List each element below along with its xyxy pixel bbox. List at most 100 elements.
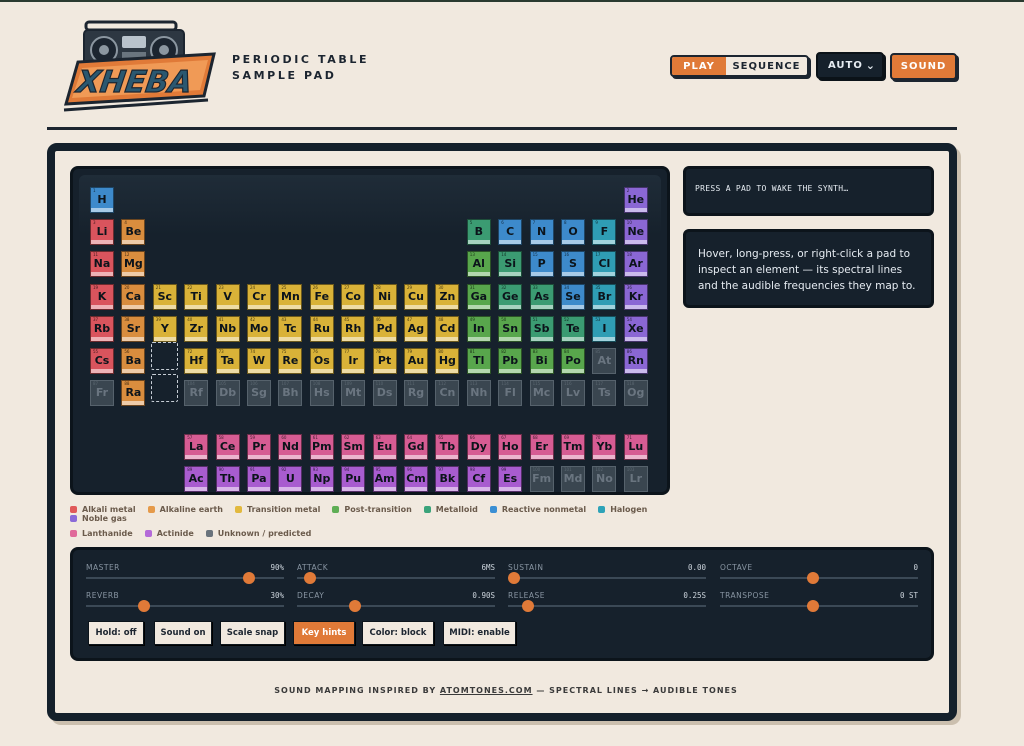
slider-knob[interactable]: [349, 600, 362, 612]
element-pad-sm[interactable]: 62 Sm: [341, 433, 366, 460]
element-pad-ds[interactable]: 110 Ds: [372, 380, 397, 407]
element-pad-h[interactable]: 1H: [90, 187, 114, 213]
toggle-button-midi-enable[interactable]: MIDI: enable: [443, 621, 516, 645]
element-pad-dy[interactable]: 66 Dy: [466, 433, 491, 460]
element-pad-y[interactable]: 39 Y: [152, 315, 177, 342]
element-pad-la[interactable]: 57 La: [184, 433, 209, 460]
element-pad-og[interactable]: 118 Og: [623, 380, 648, 407]
element-pad-ar[interactable]: 18 Ar: [623, 251, 648, 278]
element-pad-ru[interactable]: 44 Ru: [309, 315, 334, 342]
element-pad-tl[interactable]: 81 Tl: [466, 348, 491, 374]
element-pad-mc[interactable]: 115 Mc: [529, 380, 554, 407]
element-pad-bk[interactable]: 97 Bk: [435, 465, 460, 492]
element-pad-tc[interactable]: 43 Tc: [278, 315, 303, 342]
element-pad-cf[interactable]: 98 Cf: [466, 465, 491, 492]
slider-sustain[interactable]: SUSTAIN 0.00: [508, 563, 706, 587]
playback-mode-select[interactable]: AUTO ⌄: [816, 52, 884, 79]
slider-reverb[interactable]: REVERB 30%: [86, 591, 284, 615]
element-pad-li[interactable]: 3 Li: [90, 219, 114, 246]
element-pad-pr[interactable]: 59 Pr: [247, 433, 271, 460]
element-pad-u[interactable]: 92 U: [278, 465, 303, 492]
element-pad-na[interactable]: 11 Na: [90, 251, 114, 278]
element-pad-ga[interactable]: 31 Ga: [466, 283, 491, 310]
slider-knob[interactable]: [508, 572, 520, 584]
element-pad-rh[interactable]: 45 Rh: [341, 315, 366, 342]
element-pad-ir[interactable]: 77 Ir: [341, 348, 366, 374]
element-pad-er[interactable]: 68 Er: [529, 433, 554, 460]
element-pad-ag[interactable]: 47 Ag: [404, 315, 428, 342]
slider-attack[interactable]: ATTACK 6MS: [297, 563, 495, 587]
element-pad-fe[interactable]: 26 Fe: [309, 283, 334, 310]
element-pad-ce[interactable]: 58 Ce: [215, 433, 240, 460]
toggle-button-color-block[interactable]: Color: block: [362, 621, 434, 645]
slider-track[interactable]: [508, 577, 706, 579]
element-pad-mn[interactable]: 25 Mn: [278, 283, 303, 310]
element-pad-tm[interactable]: 69 Tm: [561, 433, 585, 460]
element-pad-rf[interactable]: 104 Rf: [184, 380, 209, 407]
element-pad-no[interactable]: 102 No: [592, 465, 617, 492]
element-pad-mt[interactable]: 109 Mt: [341, 380, 366, 407]
element-pad-at[interactable]: 85 At: [592, 348, 617, 374]
element-pad-mo[interactable]: 42 Mo: [247, 315, 271, 342]
element-pad-pb[interactable]: 82 Pb: [498, 348, 523, 374]
element-pad-hf[interactable]: 72 Hf: [184, 348, 209, 374]
element-pad-lv[interactable]: 116 Lv: [561, 380, 585, 407]
element-pad-xe[interactable]: 54 Xe: [623, 315, 648, 342]
element-pad-nb[interactable]: 41 Nb: [215, 315, 240, 342]
slider-track[interactable]: [297, 605, 495, 607]
element-pad-te[interactable]: 52 Te: [561, 315, 585, 342]
mode-play-button[interactable]: PLAY: [672, 57, 726, 75]
slider-knob[interactable]: [807, 600, 819, 612]
footer-link[interactable]: ATOMTONES.COM: [440, 686, 533, 695]
element-pad-ta[interactable]: 73 Ta: [215, 348, 240, 374]
element-pad-kr[interactable]: 36 Kr: [623, 283, 648, 310]
element-pad-c[interactable]: 6C: [498, 219, 523, 246]
slider-transpose[interactable]: TRANSPOSE 0 ST: [720, 591, 918, 615]
element-pad-lr[interactable]: 103 Lr: [623, 465, 648, 492]
element-pad-be[interactable]: 4 Be: [121, 219, 146, 246]
element-pad-ne[interactable]: 10 Ne: [623, 219, 648, 246]
element-pad-pm[interactable]: 61 Pm: [309, 433, 334, 460]
element-pad-al[interactable]: 13 Al: [466, 251, 491, 278]
element-pad-np[interactable]: 93 Np: [309, 465, 334, 492]
element-pad-rb[interactable]: 37 Rb: [90, 315, 114, 342]
element-pad-v[interactable]: 23 V: [215, 283, 240, 310]
element-pad-cl[interactable]: 17 Cl: [592, 251, 617, 278]
slider-knob[interactable]: [303, 572, 316, 584]
element-pad-lu[interactable]: 71 Lu: [623, 433, 648, 460]
element-pad-sr[interactable]: 38 Sr: [121, 315, 146, 342]
element-pad-sg[interactable]: 106 Sg: [247, 380, 271, 407]
element-pad-re[interactable]: 75 Re: [278, 348, 303, 374]
element-pad-fl[interactable]: 114 Fl: [498, 380, 523, 407]
element-pad-yb[interactable]: 70 Yb: [592, 433, 617, 460]
element-pad-i[interactable]: 53 I: [592, 315, 617, 342]
element-pad-ge[interactable]: 32 Ge: [498, 283, 523, 310]
sound-button[interactable]: SOUND: [890, 53, 957, 80]
element-pad-es[interactable]: 99 Es: [498, 465, 523, 492]
element-pad-f[interactable]: 9F: [592, 219, 617, 246]
element-pad-cu[interactable]: 29 Cu: [404, 283, 428, 310]
element-pad-b[interactable]: 5B: [466, 219, 491, 246]
element-pad-sn[interactable]: 50 Sn: [498, 315, 523, 342]
element-pad-am[interactable]: 95 Am: [372, 465, 397, 492]
element-pad-ts[interactable]: 117 Ts: [592, 380, 617, 407]
toggle-button-sound-on[interactable]: Sound on: [154, 621, 212, 645]
element-pad-si[interactable]: 14 Si: [498, 251, 523, 278]
element-pad-cr[interactable]: 24 Cr: [247, 283, 271, 310]
element-pad-cs[interactable]: 55 Cs: [90, 348, 114, 374]
element-pad-pa[interactable]: 91 Pa: [247, 465, 271, 492]
element-pad-os[interactable]: 76 Os: [309, 348, 334, 374]
element-pad-nd[interactable]: 60 Nd: [278, 433, 303, 460]
element-pad-ca[interactable]: 20 Ca: [121, 283, 146, 310]
element-pad-zr[interactable]: 40 Zr: [184, 315, 209, 342]
element-pad-nh[interactable]: 113 Nh: [466, 380, 491, 407]
element-pad-br[interactable]: 35 Br: [592, 283, 617, 310]
element-pad-zn[interactable]: 30 Zn: [435, 283, 460, 310]
element-pad-cn[interactable]: 112 Cn: [435, 380, 460, 407]
element-pad-th[interactable]: 90 Th: [215, 465, 240, 492]
slider-release[interactable]: RELEASE 0.25S: [508, 591, 706, 615]
element-pad-s[interactable]: 16 S: [561, 251, 585, 278]
slider-octave[interactable]: OCTAVE 0: [720, 563, 918, 587]
element-pad-w[interactable]: 74 W: [247, 348, 271, 374]
slider-knob[interactable]: [138, 600, 151, 612]
